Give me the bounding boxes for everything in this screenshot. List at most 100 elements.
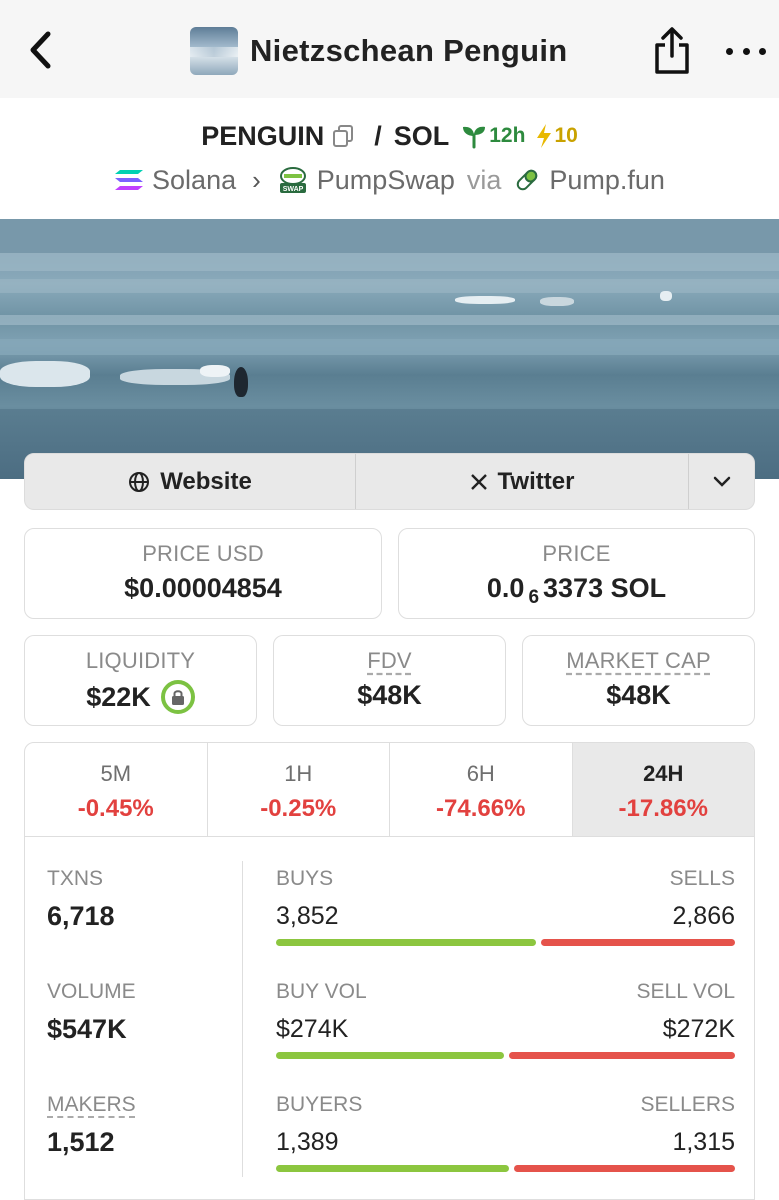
tab-label: 5M bbox=[100, 761, 132, 786]
chevron-right-icon: › bbox=[252, 164, 261, 195]
copy-icon[interactable] bbox=[332, 124, 354, 148]
globe-icon bbox=[129, 471, 150, 492]
banner-band bbox=[0, 315, 779, 325]
pumpswap-icon: SWAP bbox=[279, 167, 306, 193]
txns-label: TXNS bbox=[47, 867, 104, 890]
fdv-card: FDV $48K bbox=[273, 635, 506, 726]
token-thumbnail bbox=[190, 27, 238, 75]
solana-icon bbox=[115, 170, 144, 190]
price-usd-value: $0.00004854 bbox=[124, 573, 282, 603]
website-label: Website bbox=[160, 467, 252, 495]
sell-vol-bar bbox=[509, 1052, 735, 1059]
chain-link[interactable]: Solana bbox=[152, 165, 236, 196]
stats-divider bbox=[242, 861, 243, 1177]
tab-24h[interactable]: 24H -17.86% bbox=[572, 743, 754, 836]
fdv-value: $48K bbox=[357, 680, 422, 710]
tab-change: -0.45% bbox=[77, 795, 154, 822]
lightning-icon bbox=[537, 124, 552, 148]
more-dot bbox=[759, 47, 766, 55]
market-cap-card: MARKET CAP $48K bbox=[522, 635, 755, 726]
buy-vol-value: $274K bbox=[276, 1015, 349, 1043]
chevron-left-icon bbox=[30, 31, 51, 69]
tab-5m[interactable]: 5M -0.45% bbox=[25, 743, 208, 836]
price-native-card: PRICE 0.0 6 3373 SOL bbox=[398, 528, 755, 619]
liquidity-card: LIQUIDITY $22K bbox=[24, 635, 257, 726]
more-options-button[interactable] bbox=[726, 36, 766, 66]
sellers-value: 1,315 bbox=[672, 1128, 735, 1156]
launchpad-link[interactable]: Pump.fun bbox=[549, 165, 665, 196]
price-native-label: PRICE bbox=[542, 541, 611, 566]
banner-band bbox=[0, 253, 779, 271]
more-links-dropdown[interactable] bbox=[689, 454, 754, 509]
x-logo-icon bbox=[470, 473, 487, 490]
website-button[interactable]: Website bbox=[25, 454, 356, 509]
volume-label: VOLUME bbox=[47, 980, 136, 1003]
top-nav-bar: Nietzschean Penguin bbox=[0, 0, 779, 98]
fdv-label[interactable]: FDV bbox=[274, 648, 505, 674]
dex-link[interactable]: PumpSwap bbox=[317, 165, 455, 196]
banner-sky bbox=[0, 219, 779, 253]
quote-symbol: SOL bbox=[393, 120, 450, 151]
buys-sells-block: BUYS SELLS 3,852 2,866 bbox=[276, 867, 735, 947]
share-button[interactable] bbox=[650, 26, 694, 76]
price-usd-card: PRICE USD $0.00004854 bbox=[24, 528, 382, 619]
tab-1h[interactable]: 1H -0.25% bbox=[208, 743, 390, 836]
buy-vol-label: BUY VOL bbox=[276, 980, 367, 1003]
tab-6h[interactable]: 6H -74.66% bbox=[390, 743, 573, 836]
volume-value: $547K bbox=[47, 1014, 127, 1044]
market-cap-label[interactable]: MARKET CAP bbox=[523, 648, 754, 674]
twitter-label: Twitter bbox=[497, 467, 575, 495]
sells-value: 2,866 bbox=[672, 902, 735, 930]
liquidity-value-row: $22K bbox=[25, 680, 256, 714]
sells-label: SELLS bbox=[669, 867, 735, 890]
banner-band bbox=[0, 339, 779, 355]
lock-icon[interactable] bbox=[160, 680, 195, 714]
sell-vol-value: $272K bbox=[662, 1015, 735, 1043]
price-native-value: 0.0 6 3373 SOL bbox=[399, 573, 754, 608]
price-native-prefix: 0.0 bbox=[486, 573, 525, 603]
liquidity-label: LIQUIDITY bbox=[85, 648, 196, 673]
token-banner-image bbox=[0, 219, 779, 479]
buy-vol-bar bbox=[276, 1052, 504, 1059]
boost-count: 10 bbox=[554, 124, 578, 147]
more-dot bbox=[742, 47, 750, 55]
buyers-label: BUYERS bbox=[276, 1093, 363, 1116]
sellers-label: SELLERS bbox=[640, 1093, 735, 1116]
token-header: Nietzschean Penguin bbox=[190, 26, 568, 76]
sells-bar bbox=[541, 939, 735, 946]
buyers-bar bbox=[276, 1165, 509, 1172]
makers-label[interactable]: MAKERS bbox=[47, 1093, 136, 1117]
tab-label: 24H bbox=[643, 761, 684, 786]
makers-split-block: BUYERS SELLERS 1,389 1,315 bbox=[276, 1093, 735, 1173]
chevron-down-icon bbox=[713, 476, 730, 487]
tab-change: -74.66% bbox=[436, 795, 526, 822]
banner-ice bbox=[0, 361, 90, 387]
pair-row: PENGUIN / SOL 12h 10 bbox=[0, 116, 779, 156]
tab-change: -17.86% bbox=[618, 795, 708, 822]
base-symbol: PENGUIN bbox=[201, 120, 325, 151]
buys-value: 3,852 bbox=[276, 902, 339, 930]
via-text: via bbox=[466, 164, 502, 195]
more-dots-icon bbox=[726, 47, 733, 55]
chain-breadcrumb: Solana › SWAP PumpSwap via Pump.fun bbox=[0, 160, 779, 200]
buys-bar bbox=[276, 939, 536, 946]
banner-ice bbox=[540, 297, 574, 306]
pair-age: 12h bbox=[489, 124, 526, 147]
buys-label: BUYS bbox=[276, 867, 334, 890]
twitter-button[interactable]: Twitter bbox=[356, 454, 689, 509]
banner-ice bbox=[200, 365, 230, 377]
social-links-bar: Website Twitter bbox=[24, 453, 755, 510]
txns-value: 6,718 bbox=[47, 901, 115, 931]
market-cap-value: $48K bbox=[606, 680, 671, 710]
banner-ice bbox=[660, 291, 672, 301]
back-button[interactable] bbox=[24, 28, 58, 72]
penguin-figure bbox=[234, 367, 248, 397]
swap-badge-text: SWAP bbox=[282, 186, 303, 193]
pair-separator: / bbox=[374, 120, 382, 151]
tab-change: -0.25% bbox=[260, 795, 337, 822]
tab-label: 6H bbox=[466, 761, 495, 786]
liquidity-value: $22K bbox=[86, 681, 151, 712]
makers-value: 1,512 bbox=[47, 1127, 115, 1157]
share-icon bbox=[655, 27, 689, 74]
tab-label: 1H bbox=[284, 761, 313, 786]
